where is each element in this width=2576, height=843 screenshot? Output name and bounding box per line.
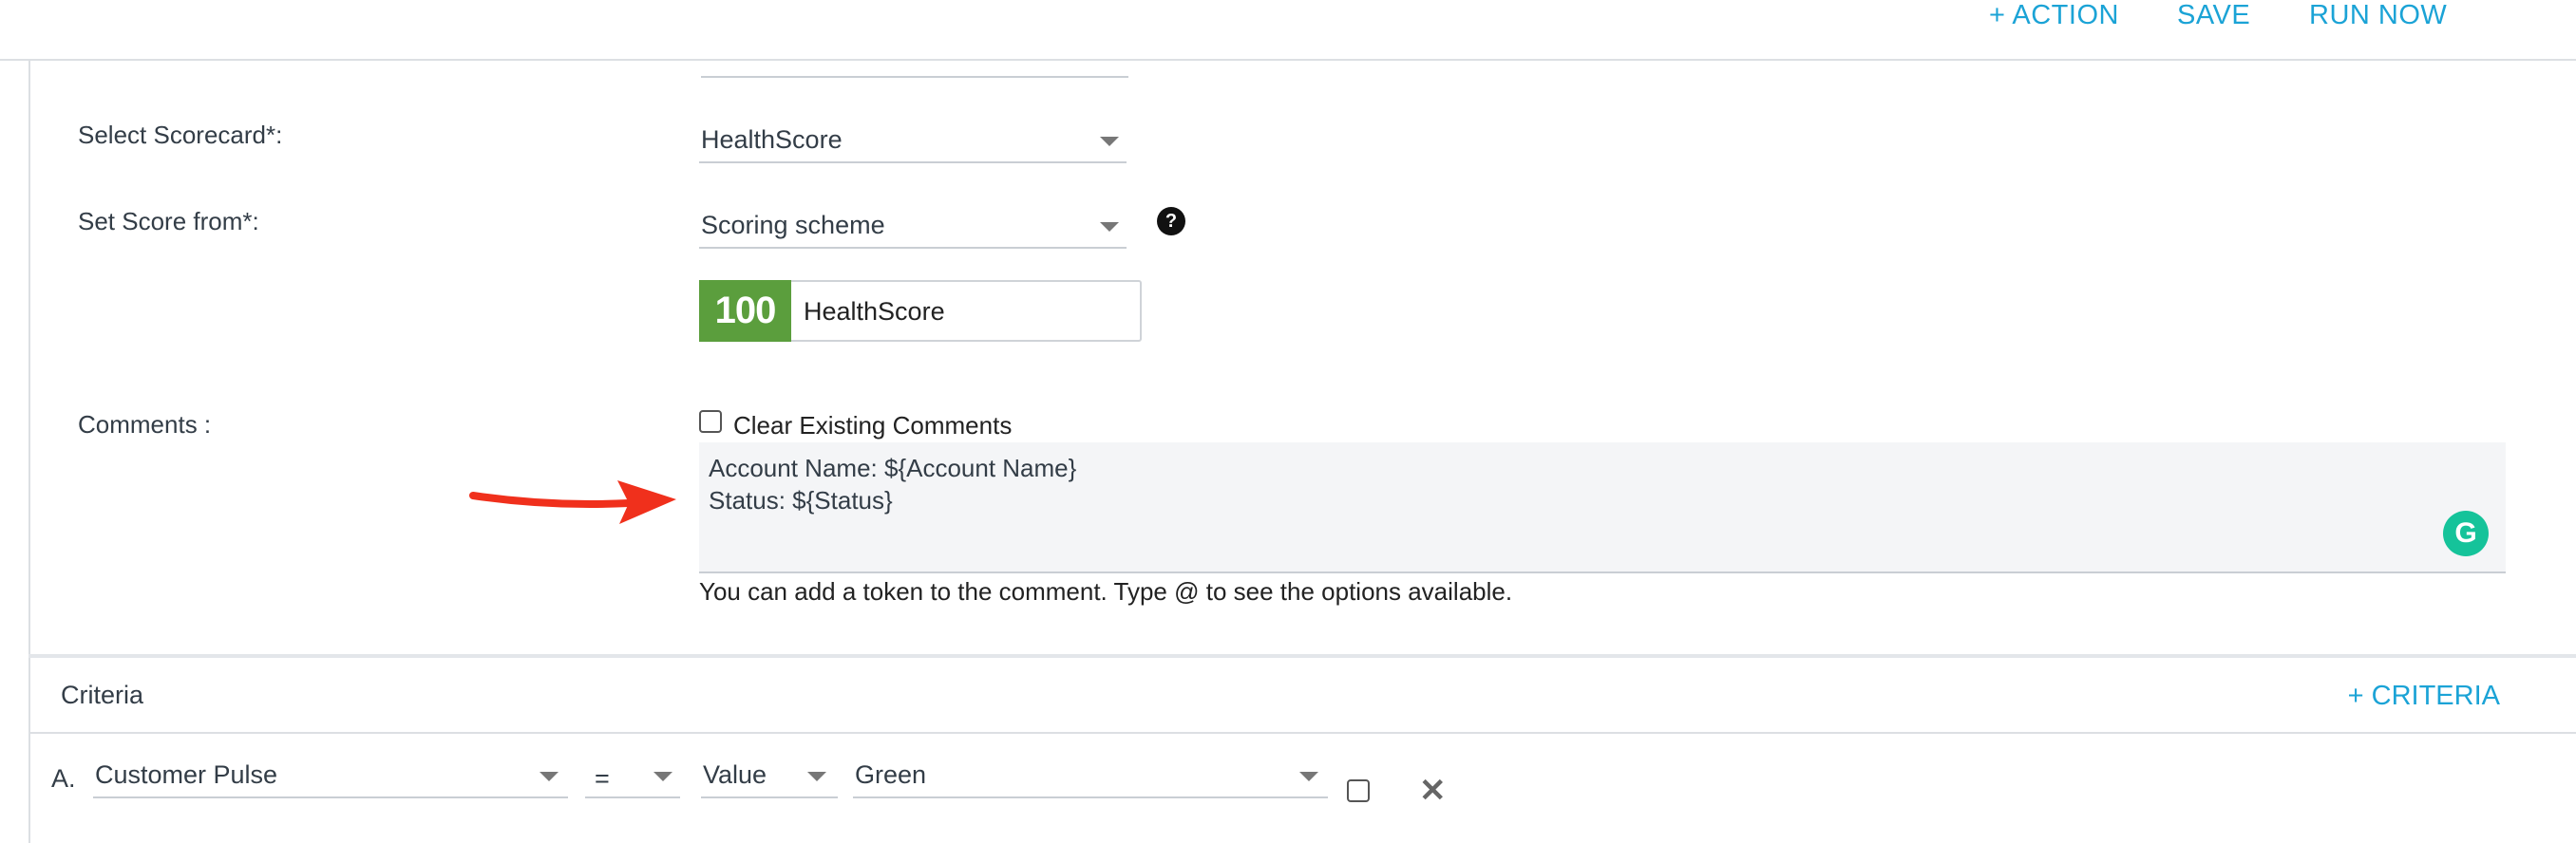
criteria-row-letter: A. [51, 764, 76, 793]
top-toolbar: + ACTION SAVE RUN NOW [0, 0, 2576, 61]
criteria-operator-value: = [595, 764, 610, 793]
comment-textarea[interactable]: Account Name: ${Account Name} Status: ${… [699, 442, 2506, 573]
scorecard-label: Select Scorecard*: [78, 121, 283, 149]
criteria-value-select[interactable]: Green [853, 753, 1328, 798]
close-icon[interactable]: ✕ [1419, 772, 1447, 810]
chevron-down-icon [653, 772, 672, 781]
criteria-value-value: Green [855, 760, 927, 789]
score-scorecard-name: HealthScore [804, 297, 945, 326]
chevron-down-icon [807, 772, 826, 781]
scorecard-select[interactable]: HealthScore [699, 118, 1127, 163]
previous-select[interactable] [701, 44, 1128, 78]
criteria-operator-select[interactable]: = [585, 753, 680, 798]
grammarly-icon[interactable]: G [2443, 511, 2489, 556]
comment-line: Status: ${Status} [709, 486, 893, 515]
score-badge: 100 [699, 280, 791, 342]
criteria-type-select[interactable]: Value [701, 753, 838, 798]
chevron-down-icon [1100, 137, 1119, 146]
set-score-label: Set Score from*: [78, 207, 259, 235]
criteria-title: Criteria [61, 681, 144, 709]
score-selector[interactable]: 100 HealthScore [699, 280, 1142, 342]
criteria-row-checkbox[interactable] [1347, 779, 1370, 802]
criteria-type-value: Value [703, 760, 767, 789]
clear-comments-label: Clear Existing Comments [733, 411, 1013, 440]
add-criteria-button[interactable]: + CRITERIA [2348, 681, 2500, 712]
comment-line: Account Name: ${Account Name} [709, 454, 1077, 482]
add-action-button[interactable]: + ACTION [1989, 0, 2119, 31]
save-button[interactable]: SAVE [2177, 0, 2250, 31]
red-arrow-annotation [469, 480, 676, 524]
chevron-down-icon [540, 772, 559, 781]
question-circle-icon[interactable]: ? [1157, 207, 1185, 235]
criteria-field-value: Customer Pulse [95, 760, 278, 789]
criteria-field-select[interactable]: Customer Pulse [93, 753, 568, 798]
criteria-row: A. Customer Pulse = Value Green ✕ [28, 734, 2576, 843]
clear-comments-checkbox[interactable] [699, 410, 722, 433]
set-score-select[interactable]: Scoring scheme [699, 203, 1127, 249]
scorecard-select-value: HealthScore [701, 125, 843, 154]
criteria-header: Criteria + CRITERIA [28, 658, 2576, 734]
comments-label: Comments : [78, 410, 212, 439]
run-now-button[interactable]: RUN NOW [2309, 0, 2447, 31]
chevron-down-icon [1100, 222, 1119, 232]
comment-hint: You can add a token to the comment. Type… [699, 577, 1513, 606]
chevron-down-icon [1299, 772, 1318, 781]
set-score-select-value: Scoring scheme [701, 211, 885, 239]
